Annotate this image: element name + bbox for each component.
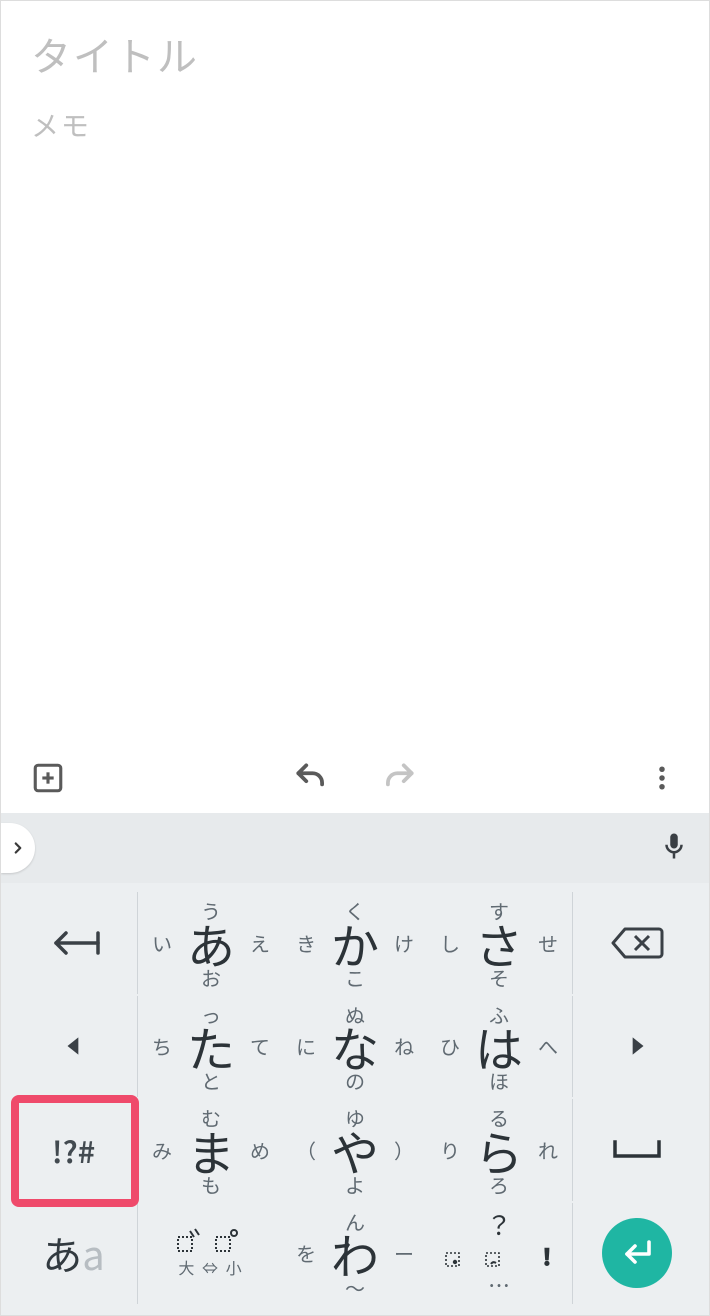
note-editor[interactable]: タイトル メモ bbox=[1, 1, 709, 813]
symbol-key[interactable]: !?# bbox=[10, 1099, 138, 1201]
kana-key-sa[interactable]: す し さ せ そ bbox=[428, 892, 570, 994]
kana-key-ra[interactable]: る り ら れ ろ bbox=[428, 1099, 570, 1201]
mode-inactive: a bbox=[82, 1224, 105, 1282]
backspace-key[interactable] bbox=[572, 892, 700, 994]
kana-key-ka[interactable]: く き か け こ bbox=[284, 892, 426, 994]
kana-key-na[interactable]: ぬ に な ね の bbox=[284, 996, 426, 1098]
kana-key-ta[interactable]: っ ち た て と bbox=[140, 996, 282, 1098]
redo-icon bbox=[378, 757, 420, 799]
body-input-placeholder[interactable]: メモ bbox=[31, 105, 679, 145]
more-vert-icon[interactable] bbox=[641, 757, 683, 799]
kana-key-a[interactable]: う い あ え お bbox=[140, 892, 282, 994]
dakuten-key[interactable]: 大 ⇔ 小 bbox=[140, 1203, 282, 1305]
mic-icon[interactable] bbox=[659, 829, 689, 868]
expand-suggestions-button[interactable] bbox=[1, 823, 35, 873]
enter-key[interactable] bbox=[572, 1203, 700, 1305]
kana-key-ha[interactable]: ふ ひ は へ ほ bbox=[428, 996, 570, 1098]
reverse-tab-key[interactable] bbox=[10, 892, 138, 994]
mode-active: あ bbox=[42, 1224, 82, 1282]
punct-up: ？ bbox=[486, 1206, 512, 1243]
app-bottom-bar bbox=[1, 743, 709, 813]
kana-key-ma[interactable]: む み ま め も bbox=[140, 1099, 282, 1201]
title-input-placeholder[interactable]: タイトル bbox=[31, 25, 679, 83]
cursor-right-key[interactable] bbox=[572, 996, 700, 1098]
punctuation-key[interactable]: ？ ！ … bbox=[428, 1203, 570, 1305]
suggestion-strip bbox=[1, 813, 709, 883]
add-box-icon[interactable] bbox=[27, 757, 69, 799]
kana-key-wa[interactable]: ん を わ ー 〜 bbox=[284, 1203, 426, 1305]
punct-down: … bbox=[488, 1269, 510, 1301]
undo-icon[interactable] bbox=[290, 757, 332, 799]
svg-text:！: ！ bbox=[536, 1243, 554, 1269]
space-key[interactable] bbox=[572, 1099, 700, 1201]
dakuten-marks bbox=[176, 1227, 246, 1253]
size-toggle-label: 大 ⇔ 小 bbox=[178, 1255, 243, 1279]
keyboard: う い あ え お く き か け こ す し さ せ そ っ ち bbox=[1, 883, 709, 1315]
cursor-left-key[interactable] bbox=[10, 996, 138, 1098]
mode-switch-key[interactable]: あa bbox=[10, 1203, 138, 1305]
kana-key-ya[interactable]: ゆ （ や ） よ bbox=[284, 1099, 426, 1201]
punct-row: ！ bbox=[444, 1243, 554, 1269]
